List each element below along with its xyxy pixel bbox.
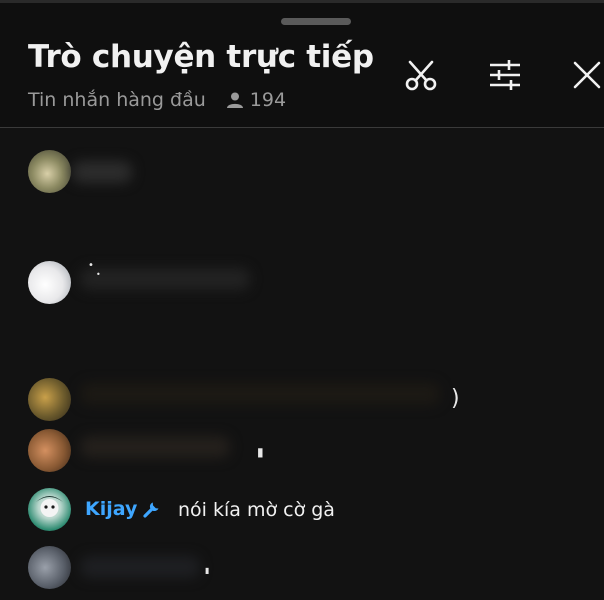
list-item <box>72 161 132 183</box>
blur-artifact: ▮ <box>257 445 264 459</box>
list-item <box>80 268 250 290</box>
viewer-count-value: 194 <box>249 89 287 111</box>
chat-message-list[interactable]: • • ) ▮ Kijay nói kía mờ cờ gà ▮ <box>0 128 604 600</box>
avatar[interactable] <box>28 488 71 531</box>
chat-mode-label: Tin nhắn hàng đầu <box>28 89 206 111</box>
chat-header: Trò chuyện trực tiếp Tin nhắn hàng đầu 1… <box>0 3 604 128</box>
avatar-face-icon <box>36 496 63 517</box>
chat-title: Trò chuyện trực tiếp <box>28 39 374 75</box>
blur-artifact: ▮ <box>205 566 210 575</box>
message-text: nói kía mờ cờ gà <box>178 499 335 521</box>
message-author[interactable]: Kijay <box>85 498 162 520</box>
blur-artifact: • <box>96 270 101 279</box>
sliders-icon <box>490 60 520 90</box>
clip-button[interactable] <box>401 55 441 95</box>
close-icon <box>573 61 601 89</box>
author-name: Kijay <box>85 498 138 520</box>
list-item <box>80 383 440 405</box>
blur-artifact: ) <box>451 386 460 411</box>
scissors-icon <box>405 60 437 91</box>
viewer-count: 194 <box>226 89 286 111</box>
chat-mode-selector[interactable]: Tin nhắn hàng đầu 194 <box>28 89 286 111</box>
wrench-icon <box>143 502 159 518</box>
person-icon <box>226 92 243 108</box>
drag-handle[interactable] <box>281 18 351 25</box>
avatar[interactable] <box>28 261 71 304</box>
avatar[interactable] <box>28 150 71 193</box>
avatar[interactable] <box>28 378 71 421</box>
list-item <box>80 436 230 458</box>
avatar[interactable] <box>28 429 71 472</box>
live-chat-panel: Trò chuyện trực tiếp Tin nhắn hàng đầu 1… <box>0 0 604 600</box>
list-item <box>80 556 200 578</box>
chat-settings-button[interactable] <box>485 55 525 95</box>
avatar[interactable] <box>28 546 71 589</box>
close-button[interactable] <box>567 55 604 95</box>
blur-artifact: • <box>88 260 94 271</box>
